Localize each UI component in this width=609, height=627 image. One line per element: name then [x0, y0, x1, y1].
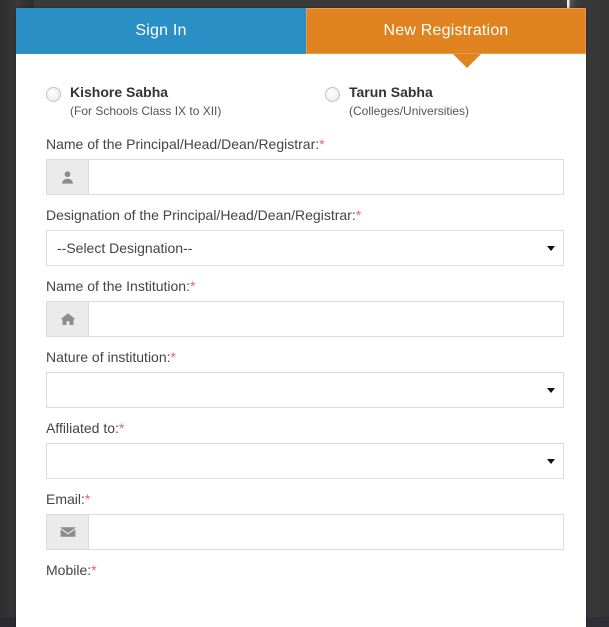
label-affiliated-to-text: Affiliated to: — [46, 420, 119, 436]
label-principal-name: Name of the Principal/Head/Dean/Registra… — [46, 136, 556, 152]
tab-new-registration-label: New Registration — [383, 22, 509, 39]
select-designation[interactable]: --Select Designation-- — [46, 230, 564, 266]
input-principal-name[interactable] — [88, 159, 564, 195]
radio-option-tarun-sabha-subtitle: (Colleges/Universities) — [349, 103, 470, 118]
label-designation-text: Designation of the Principal/Head/Dean/R… — [46, 207, 356, 223]
label-mobile-text: Mobile: — [46, 562, 92, 578]
label-institution-name: Name of the Institution:* — [46, 278, 556, 294]
registration-card: Sign In New Registration Kishore Sabha (… — [16, 8, 586, 627]
user-icon — [46, 159, 88, 195]
active-tab-pointer-icon — [453, 54, 481, 68]
radio-option-kishore-sabha[interactable]: Kishore Sabha (For Schools Class IX to X… — [46, 84, 221, 119]
label-email: Email:* — [46, 491, 556, 507]
label-designation: Designation of the Principal/Head/Dean/R… — [46, 207, 556, 223]
input-group-email — [46, 514, 564, 550]
required-asterisk: * — [170, 349, 176, 365]
radio-option-tarun-sabha[interactable]: Tarun Sabha (Colleges/Universities) — [325, 84, 469, 119]
tab-new-registration[interactable]: New Registration — [306, 8, 586, 54]
required-asterisk: * — [355, 207, 362, 223]
required-asterisk: * — [319, 136, 325, 152]
label-mobile: Mobile:* — [46, 562, 556, 578]
label-nature-of-institution-text: Nature of institution: — [46, 349, 171, 365]
label-affiliated-to: Affiliated to:* — [46, 420, 556, 436]
input-group-institution-name — [46, 301, 564, 337]
label-email-text: Email: — [46, 491, 85, 507]
input-email[interactable] — [88, 514, 564, 550]
radio-button-icon[interactable] — [325, 87, 340, 102]
select-wrap-nature-of-institution — [46, 372, 564, 408]
field-designation: Designation of the Principal/Head/Dean/R… — [46, 207, 564, 266]
select-wrap-affiliated-to — [46, 443, 564, 479]
radio-option-tarun-sabha-text: Tarun Sabha (Colleges/Universities) — [349, 84, 469, 119]
select-designation-value: --Select Designation-- — [57, 240, 193, 256]
radio-button-icon[interactable] — [46, 87, 61, 102]
required-asterisk: * — [84, 491, 91, 507]
input-institution-name[interactable] — [88, 301, 564, 337]
radio-option-kishore-sabha-text: Kishore Sabha (For Schools Class IX to X… — [70, 84, 221, 119]
radio-option-kishore-sabha-subtitle: (For Schools Class IX to XII) — [70, 103, 222, 118]
required-asterisk: * — [91, 562, 97, 578]
field-mobile: Mobile:* — [46, 562, 556, 578]
sabha-type-radio-group: Kishore Sabha (For Schools Class IX to X… — [46, 84, 556, 126]
required-asterisk: * — [118, 420, 125, 436]
page-root: Sign In New Registration Kishore Sabha (… — [0, 0, 609, 627]
required-asterisk: * — [189, 278, 196, 294]
field-nature-of-institution: Nature of institution:* — [46, 349, 564, 408]
tab-sign-in[interactable]: Sign In — [16, 8, 306, 54]
envelope-icon — [46, 514, 88, 550]
field-affiliated-to: Affiliated to:* — [46, 420, 564, 479]
tab-sign-in-label: Sign In — [135, 22, 187, 39]
label-principal-name-text: Name of the Principal/Head/Dean/Registra… — [46, 136, 320, 152]
input-group-principal-name — [46, 159, 564, 195]
field-principal-name: Name of the Principal/Head/Dean/Registra… — [46, 136, 564, 195]
label-institution-name-text: Name of the Institution: — [46, 278, 190, 294]
select-wrap-designation: --Select Designation-- — [46, 230, 564, 266]
field-email: Email:* — [46, 491, 564, 550]
tab-bar: Sign In New Registration — [16, 8, 586, 68]
registration-form: Kishore Sabha (For Schools Class IX to X… — [16, 54, 586, 578]
label-nature-of-institution: Nature of institution:* — [46, 349, 556, 365]
select-nature-of-institution[interactable] — [46, 372, 564, 408]
radio-option-tarun-sabha-title: Tarun Sabha — [349, 84, 433, 100]
home-icon — [46, 301, 88, 337]
field-institution-name: Name of the Institution:* — [46, 278, 564, 337]
radio-option-kishore-sabha-title: Kishore Sabha — [70, 84, 169, 100]
select-affiliated-to[interactable] — [46, 443, 564, 479]
